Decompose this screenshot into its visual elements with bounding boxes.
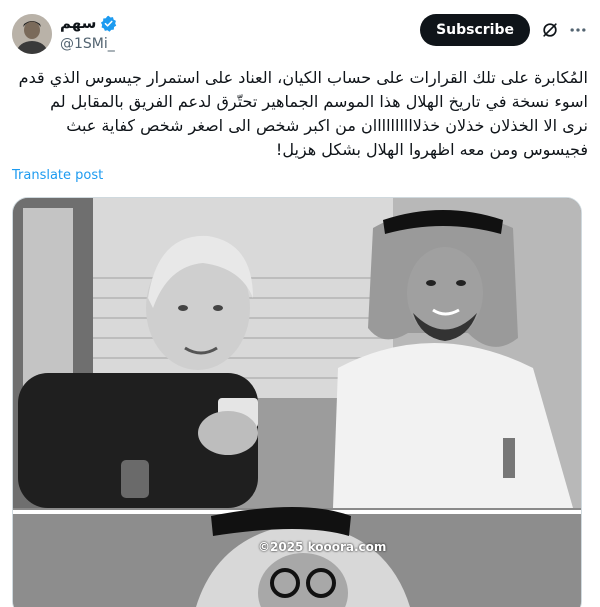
subscribe-button[interactable]: Subscribe bbox=[420, 14, 530, 46]
post-media[interactable]: ©2025 kooora.com bbox=[12, 197, 582, 607]
grok-icon[interactable] bbox=[540, 20, 560, 40]
post-text-line: اسوء نسخة في تاريخ الهلال هذا الموسم الج… bbox=[50, 92, 588, 111]
media-watermark: ©2025 kooora.com bbox=[258, 540, 387, 554]
post-text-line: نرى الا الخذلان خذلان خذلاااااااااان من … bbox=[66, 116, 588, 135]
post-text: المُكابرة على تلك القرارات على حساب الكي… bbox=[12, 66, 588, 162]
author-avatar[interactable] bbox=[12, 14, 52, 54]
more-icon[interactable] bbox=[568, 20, 588, 40]
post-text-line: فجيسوس ومن معه اظهروا الهلال بشكل هزيل! bbox=[275, 140, 588, 159]
verified-badge-icon bbox=[101, 15, 117, 32]
post-header: سهم @1SMi_ Subscribe bbox=[12, 12, 588, 56]
author-handle[interactable]: @1SMi_ bbox=[60, 36, 115, 52]
author-name-row: سهم bbox=[60, 14, 117, 32]
author-display-name[interactable]: سهم bbox=[60, 14, 96, 32]
translate-post-link[interactable]: Translate post bbox=[12, 168, 103, 183]
post-text-line: المُكابرة على تلك القرارات على حساب الكي… bbox=[18, 68, 588, 87]
